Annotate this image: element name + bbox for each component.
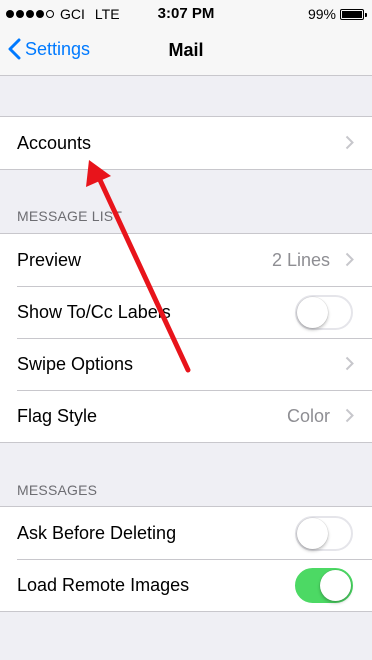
messages-group: Ask Before Deleting Load Remote Images — [0, 506, 372, 612]
section-header-messages: MESSAGES — [17, 482, 98, 498]
toggle-knob — [297, 296, 328, 328]
battery-icon — [340, 8, 367, 20]
ask-before-deleting-label: Ask Before Deleting — [17, 522, 177, 543]
status-right: 99% — [307, 6, 367, 22]
battery-fill — [342, 10, 362, 18]
toggle-knob — [297, 517, 328, 549]
swipe-options-row[interactable]: Swipe Options — [0, 338, 372, 390]
load-remote-images-toggle[interactable] — [295, 567, 353, 603]
accounts-row[interactable]: Accounts — [0, 117, 372, 169]
flag-style-row[interactable]: Flag Style Color — [0, 390, 372, 442]
flag-style-value: Color — [286, 405, 330, 426]
ask-before-deleting-row: Ask Before Deleting — [0, 507, 372, 559]
chevron-right-icon — [345, 408, 354, 423]
preview-label: Preview — [17, 249, 82, 270]
preview-value: 2 Lines — [271, 249, 330, 270]
ask-before-deleting-toggle[interactable] — [295, 515, 353, 551]
flag-style-label: Flag Style — [17, 405, 98, 426]
preview-row[interactable]: Preview 2 Lines — [0, 234, 372, 286]
status-bar: GCI LTE 3:07 PM 99% — [0, 0, 372, 28]
page-title: Mail — [168, 40, 204, 60]
show-to-cc-labels-toggle[interactable] — [295, 294, 353, 330]
load-remote-images-label: Load Remote Images — [17, 574, 190, 595]
chevron-right-icon — [345, 252, 354, 267]
toggle-knob — [320, 569, 351, 601]
show-to-cc-labels-label: Show To/Cc Labels — [17, 301, 171, 322]
swipe-options-label: Swipe Options — [17, 353, 134, 374]
chevron-right-icon — [345, 356, 354, 371]
show-to-cc-labels-row: Show To/Cc Labels — [0, 286, 372, 338]
accounts-group: Accounts — [0, 116, 372, 170]
section-header-message-list: MESSAGE LIST — [17, 208, 123, 224]
navigation-bar: Settings Mail — [0, 28, 372, 76]
message-list-group: Preview 2 Lines Show To/Cc Labels Swipe … — [0, 233, 372, 443]
accounts-label: Accounts — [17, 132, 92, 153]
battery-percentage: 99% — [307, 6, 336, 22]
chevron-right-icon — [345, 135, 354, 150]
load-remote-images-row: Load Remote Images — [0, 559, 372, 611]
